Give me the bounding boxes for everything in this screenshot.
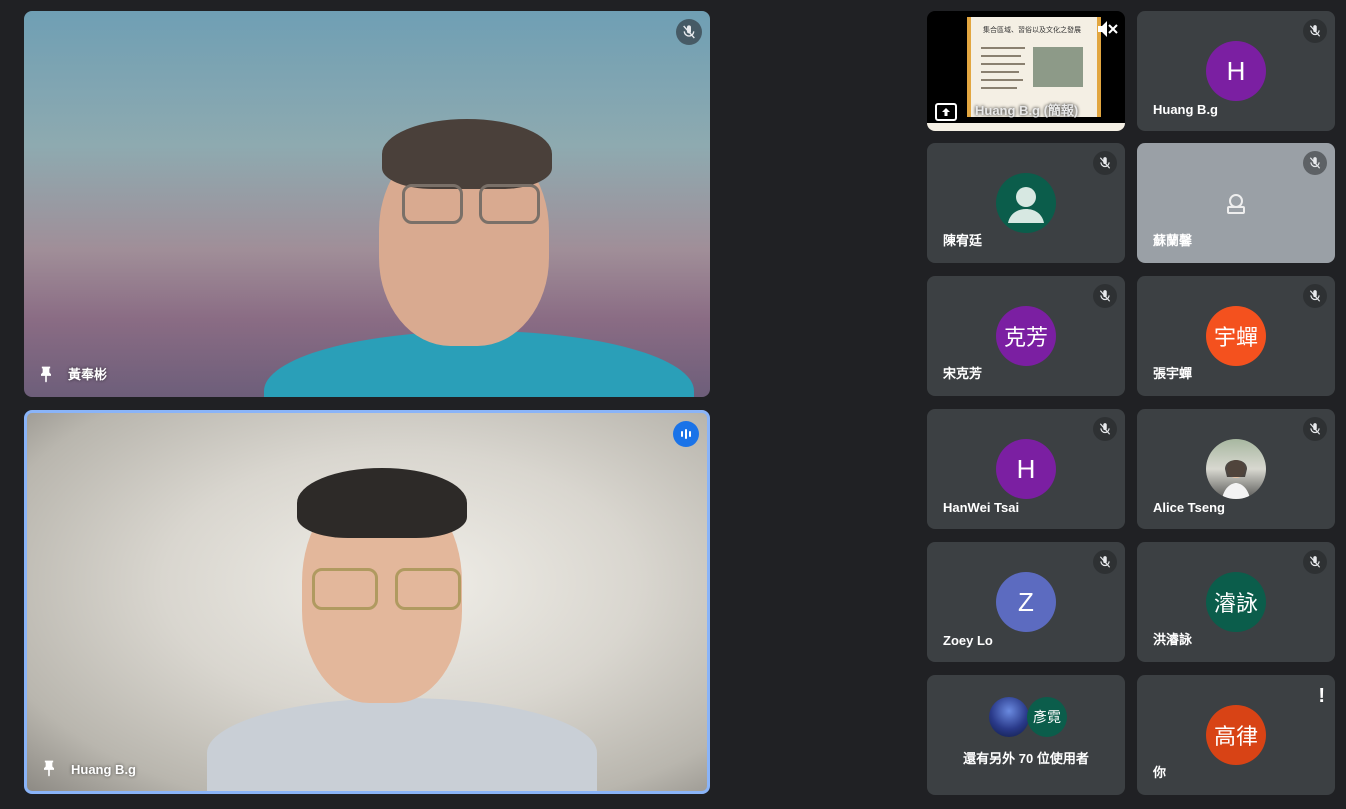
participant-name: Zoey Lo <box>943 633 993 648</box>
participant-name: 陳宥廷 <box>943 233 983 248</box>
participant-name: Huang B.g <box>1153 102 1218 117</box>
avatar: Z <box>996 572 1056 632</box>
mic-off-icon <box>1303 417 1327 441</box>
mic-off-icon <box>1093 550 1117 574</box>
presentation-tile[interactable]: 集合區域、習俗以及文化之發展 Huang B.g (簡報) <box>927 11 1125 131</box>
slide-title: 集合區域、習俗以及文化之發展 <box>983 27 1081 34</box>
present-screen-icon <box>935 103 957 121</box>
presenter-name: Huang B.g (簡報) <box>975 103 1079 118</box>
participant-name: 蘇蘭馨 <box>1153 233 1193 248</box>
pin-icon[interactable] <box>39 759 59 779</box>
main-video-tile-1[interactable]: 黃奉彬 <box>24 11 710 397</box>
mic-off-icon <box>1303 550 1327 574</box>
participant-tile[interactable]: Z Zoey Lo <box>927 542 1125 662</box>
participant-tile[interactable]: H Huang B.g <box>1137 11 1335 131</box>
mic-off-icon <box>1303 151 1327 175</box>
profile-photo <box>989 697 1029 737</box>
participant-name: Huang B.g <box>71 762 136 777</box>
speaking-indicator-icon <box>673 421 699 447</box>
participant-name: 張宇蟬 <box>1153 366 1193 381</box>
more-participants-tile[interactable]: 彥霓 還有另外 70 位使用者 <box>927 675 1125 795</box>
speaker-off-icon <box>1098 21 1118 37</box>
camera-off-icon <box>1227 194 1245 214</box>
alert-icon[interactable]: ! <box>1318 685 1325 708</box>
avatar: 高律 <box>1206 705 1266 765</box>
more-participants-label: 還有另外 70 位使用者 <box>963 751 1089 766</box>
mic-off-icon <box>1303 19 1327 43</box>
main-video-tile-2[interactable]: Huang B.g <box>24 410 710 794</box>
participant-tile[interactable]: 宇蟬 張宇蟬 <box>1137 276 1335 396</box>
participant-tile[interactable]: 蘇蘭馨 <box>1137 143 1335 263</box>
avatar: 宇蟬 <box>1206 306 1266 366</box>
participant-name: 宋克芳 <box>943 366 983 381</box>
participant-video <box>264 116 710 397</box>
participant-name: 你 <box>1153 765 1167 780</box>
avatar: 克芳 <box>996 306 1056 366</box>
mic-off-icon <box>1093 151 1117 175</box>
participant-tile[interactable]: 克芳 宋克芳 <box>927 276 1125 396</box>
default-avatar-icon <box>996 173 1056 233</box>
participant-name: HanWei Tsai <box>943 500 1020 515</box>
participant-tile[interactable]: 陳宥廷 <box>927 143 1125 263</box>
participant-tile[interactable]: H HanWei Tsai <box>927 409 1125 529</box>
avatar-stack: 彥霓 <box>989 697 1069 741</box>
avatar: H <box>996 439 1056 499</box>
mic-off-icon <box>1093 284 1117 308</box>
participant-tile[interactable]: Alice Tseng <box>1137 409 1335 529</box>
participant-video <box>197 468 617 791</box>
participant-tile[interactable]: 濬詠 洪濬詠 <box>1137 542 1335 662</box>
self-tile[interactable]: 高律 ! 你 <box>1137 675 1335 795</box>
pin-icon[interactable] <box>36 365 56 385</box>
participant-name: 黃奉彬 <box>68 367 108 382</box>
participant-name: Alice Tseng <box>1153 500 1226 515</box>
mic-off-icon <box>1093 417 1117 441</box>
mic-off-icon <box>676 19 702 45</box>
avatar: 濬詠 <box>1206 572 1266 632</box>
participant-name: 洪濬詠 <box>1153 632 1193 647</box>
avatar: H <box>1206 41 1266 101</box>
avatar: 彥霓 <box>1027 697 1067 737</box>
profile-photo <box>1206 439 1266 499</box>
mic-off-icon <box>1303 284 1327 308</box>
